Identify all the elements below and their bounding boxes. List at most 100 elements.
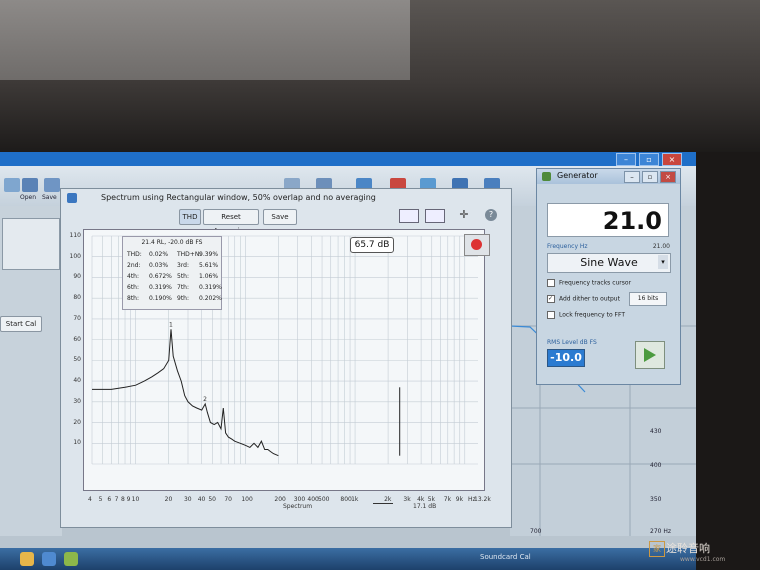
crosshair-icon[interactable]: ✛ bbox=[455, 209, 473, 221]
y-tick-label: 90 bbox=[73, 273, 81, 281]
monitor-bezel-top bbox=[0, 0, 760, 152]
watermark-url: www.vcd1.com bbox=[680, 556, 726, 563]
y-tick-label: 80 bbox=[73, 294, 81, 302]
legend: Spectrum 17.1 dB bbox=[83, 499, 483, 515]
rms-level-field[interactable]: -10.0 bbox=[547, 349, 585, 367]
folder-icon[interactable] bbox=[42, 552, 56, 566]
y-tick-label: 110 bbox=[69, 232, 81, 239]
option-lock-frequency[interactable]: Lock frequency to FFT bbox=[547, 311, 625, 319]
stat-value: 5.61% bbox=[199, 262, 219, 269]
spectrum-window: Spectrum using Rectangular window, 50% o… bbox=[60, 188, 512, 528]
help-icon[interactable]: ? bbox=[485, 209, 497, 221]
mini-graph bbox=[2, 218, 60, 270]
stat-label: 7th: bbox=[177, 284, 189, 291]
play-button[interactable] bbox=[635, 341, 665, 369]
save-icon[interactable] bbox=[44, 178, 60, 192]
stat-value: 0.319% bbox=[199, 284, 222, 291]
generator-title: Generator bbox=[557, 171, 598, 180]
view-single-icon[interactable] bbox=[399, 209, 419, 223]
record-icon bbox=[471, 239, 482, 250]
peak-label: 2 bbox=[203, 396, 207, 403]
legend-level: 17.1 dB bbox=[413, 503, 437, 510]
watermark-seal: 家 bbox=[649, 541, 665, 557]
right-ytick: 400 bbox=[650, 462, 662, 469]
stat-label: THD+N: bbox=[177, 251, 202, 258]
peak-label: 1 bbox=[169, 321, 173, 328]
background-object bbox=[0, 0, 410, 80]
stat-value: 1.06% bbox=[199, 273, 219, 280]
maximize-button[interactable]: ▫ bbox=[639, 153, 659, 166]
option-add-dither[interactable]: ✓ Add dither to output bbox=[547, 295, 620, 303]
level-readout: 65.7 dB bbox=[350, 237, 394, 253]
right-ytick: 350 bbox=[650, 496, 662, 503]
stat-value: 0.672% bbox=[149, 273, 172, 280]
stat-label: 6th: bbox=[127, 284, 139, 291]
record-button[interactable] bbox=[464, 234, 490, 256]
frequency-label: Frequency Hz bbox=[547, 243, 588, 250]
frequency-display[interactable]: 21.0 bbox=[547, 203, 669, 237]
y-tick-label: 50 bbox=[73, 356, 81, 364]
option-frequency-tracks-cursor[interactable]: Frequency tracks cursor bbox=[547, 279, 631, 287]
generator-icon bbox=[542, 172, 551, 181]
y-tick-label: 60 bbox=[73, 335, 81, 343]
app-icon[interactable] bbox=[64, 552, 78, 566]
stat-label: 2nd: bbox=[127, 262, 141, 269]
stat-value: 0.190% bbox=[149, 295, 172, 302]
watermark-text: 途聆音响 bbox=[666, 542, 710, 555]
option-label: Lock frequency to FFT bbox=[559, 311, 625, 319]
left-panel: Start Cal bbox=[0, 206, 62, 536]
legend-spectrum: Spectrum bbox=[283, 503, 313, 510]
frequency-value: 21.00 bbox=[652, 243, 670, 250]
checkbox[interactable] bbox=[547, 279, 555, 287]
bits-select[interactable]: 16 bits bbox=[629, 292, 667, 306]
spectrum-plot[interactable]: 12 110 100 90 80 70 60 50 40 30 20 10 4 5 6 7 8 9 10 20 30… bbox=[70, 229, 491, 503]
waveform-select[interactable]: Sine Wave ▾ bbox=[547, 253, 671, 273]
right-xtick: 700 bbox=[530, 528, 542, 535]
view-grid-icon[interactable] bbox=[425, 209, 445, 223]
waveform-value: Sine Wave bbox=[580, 256, 638, 269]
right-ytick: 430 bbox=[650, 428, 662, 435]
y-tick-label: 30 bbox=[73, 397, 81, 405]
open-label: Open bbox=[20, 194, 37, 201]
generator-maximize-button[interactable]: ▫ bbox=[642, 171, 658, 183]
thd-button[interactable]: THD bbox=[179, 209, 201, 225]
stat-label: 5th: bbox=[177, 273, 189, 280]
start-icon[interactable] bbox=[20, 552, 34, 566]
start-cal-button[interactable]: Start Cal bbox=[0, 316, 42, 332]
generator-window: Generator – ▫ × 21.0 Frequency Hz 21.00 … bbox=[536, 168, 681, 385]
checkbox[interactable] bbox=[547, 311, 555, 319]
y-tick-label: 40 bbox=[73, 377, 81, 385]
rms-label: RMS Level dB FS bbox=[547, 339, 597, 346]
minimize-button[interactable]: – bbox=[616, 153, 636, 166]
spectrum-icon bbox=[67, 193, 77, 203]
close-button[interactable]: × bbox=[662, 153, 682, 166]
monitor-bezel-right bbox=[696, 152, 760, 570]
generator-minimize-button[interactable]: – bbox=[624, 171, 640, 183]
reset-averaging-button[interactable]: Reset Averaging bbox=[203, 209, 259, 235]
soundcard-label[interactable]: Soundcard Cal bbox=[480, 553, 531, 561]
play-icon bbox=[644, 348, 656, 362]
new-icon[interactable] bbox=[4, 178, 20, 192]
right-xtick: 270 Hz bbox=[650, 528, 672, 535]
spectrum-title: Spectrum using Rectangular window, 50% o… bbox=[101, 193, 376, 202]
generator-close-button[interactable]: × bbox=[660, 171, 676, 183]
save-label: Save bbox=[42, 194, 57, 201]
stat-value: 0.202% bbox=[199, 295, 222, 302]
option-label: Frequency tracks cursor bbox=[559, 279, 632, 287]
stat-label: 9th: bbox=[177, 295, 189, 302]
stat-value: 0.319% bbox=[149, 284, 172, 291]
series-line-spectrum bbox=[92, 329, 279, 457]
stat-label: 3rd: bbox=[177, 262, 190, 269]
open-icon[interactable] bbox=[22, 178, 38, 192]
y-tick-label: 10 bbox=[73, 439, 81, 447]
app-titlebar: – ▫ × bbox=[0, 152, 696, 166]
y-tick-label: 20 bbox=[73, 418, 81, 426]
generator-titlebar: Generator – ▫ × bbox=[537, 169, 680, 184]
stat-label: 8th: bbox=[127, 295, 139, 302]
stat-value: 0.02% bbox=[149, 251, 169, 258]
stat-label: 4th: bbox=[127, 273, 139, 280]
stat-value: 0.03% bbox=[149, 262, 169, 269]
checkbox-checked[interactable]: ✓ bbox=[547, 295, 555, 303]
y-tick-label: 70 bbox=[73, 314, 81, 322]
save-button[interactable]: Save bbox=[263, 209, 297, 225]
